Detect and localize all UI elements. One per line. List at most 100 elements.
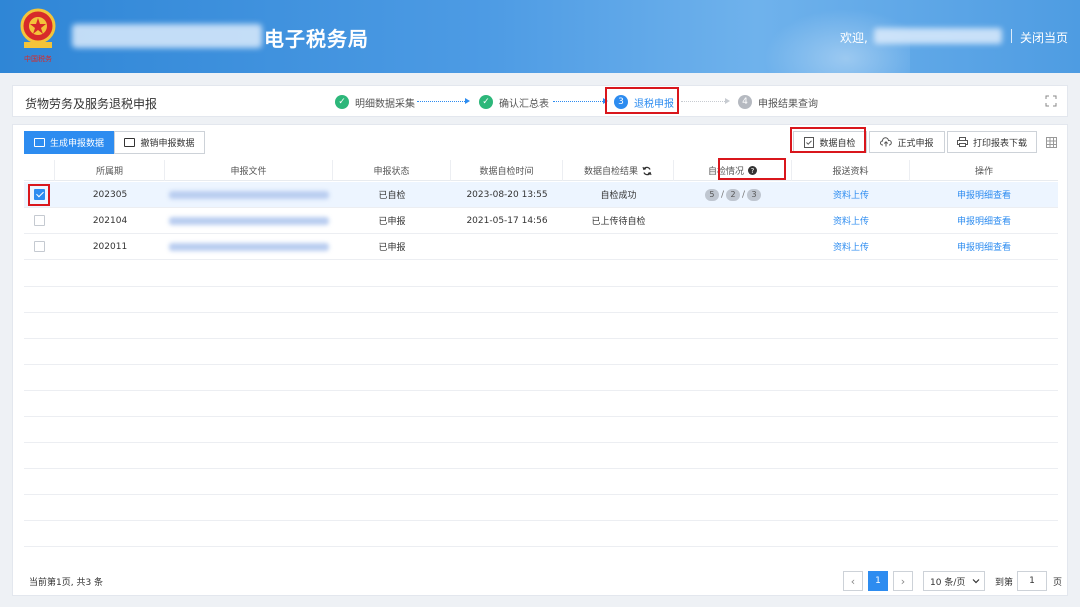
step-label: 确认汇总表: [499, 98, 549, 110]
help-icon[interactable]: ?: [748, 166, 757, 175]
printer-icon: [956, 137, 968, 147]
chevron-down-icon: [972, 579, 980, 584]
tab-revoke-data[interactable]: 撤销申报数据: [114, 131, 205, 154]
step-tax-refund-declaration[interactable]: 3 退税申报: [614, 94, 674, 110]
column-header-label: 数据自检结果: [583, 167, 638, 177]
step-label: 申报结果查询: [758, 98, 818, 110]
tab-label: 撤销申报数据: [140, 139, 195, 149]
site-title: 电子税务局: [264, 27, 369, 51]
header-divider: [1011, 29, 1012, 43]
chart-icon: [33, 138, 45, 147]
page-size-select[interactable]: 10 条/页: [923, 571, 985, 591]
column-header: 申报状态: [333, 160, 451, 181]
arrow-right-icon: [725, 98, 730, 104]
step-connector: [681, 101, 725, 102]
self-check-counts: [674, 208, 792, 233]
status-cell: 已自检: [378, 191, 406, 201]
upload-link[interactable]: 资料上传: [792, 234, 910, 259]
next-page-button[interactable]: ›: [893, 571, 913, 591]
main-panel: 生成申报数据 撤销申报数据 数据自检 正式申报 打印报表下载 所属期 申报文件 …: [12, 124, 1068, 596]
row-checkbox[interactable]: [34, 189, 45, 200]
prev-page-button[interactable]: ‹: [843, 571, 863, 591]
table-row[interactable]: 202305 已自检 2023-08-20 13:55 自检成功 5 / 2 /…: [24, 182, 1058, 208]
count-separator: /: [720, 189, 724, 200]
print-download-button[interactable]: 打印报表下载: [947, 131, 1037, 153]
column-header-with-refresh[interactable]: 数据自检结果: [563, 160, 674, 181]
count-badge[interactable]: 2: [726, 188, 740, 201]
count-separator: /: [742, 189, 746, 200]
step-label: 明细数据采集: [355, 98, 415, 110]
button-label: 打印报表下载: [972, 138, 1027, 149]
user-name-redacted: [874, 28, 1002, 44]
count-badge[interactable]: 3: [747, 188, 762, 201]
close-page-link[interactable]: 关闭当页: [1020, 29, 1068, 46]
empty-row-divider: [24, 520, 1058, 521]
goto-page-input[interactable]: [1017, 571, 1047, 591]
empty-row-divider: [24, 494, 1058, 495]
step-confirm-summary[interactable]: ✓ 确认汇总表: [479, 94, 549, 110]
page-unit-label: 页: [1053, 578, 1063, 588]
upload-link[interactable]: 资料上传: [792, 182, 910, 207]
check-circle-icon: ✓: [479, 95, 493, 109]
arrow-right-icon: [465, 98, 470, 104]
empty-row-divider: [24, 312, 1058, 313]
view-detail-link[interactable]: 申报明细查看: [910, 182, 1058, 207]
empty-row-divider: [24, 364, 1058, 365]
row-checkbox[interactable]: [34, 215, 45, 226]
column-header: 所属期: [55, 160, 165, 181]
tab-generate-data[interactable]: 生成申报数据: [24, 131, 114, 154]
check-time-cell: 2021-05-17 14:56: [466, 215, 548, 226]
declaration-file-redacted[interactable]: [169, 216, 329, 225]
declaration-file-redacted[interactable]: [169, 242, 329, 251]
column-header-label: 自检情况: [707, 167, 744, 177]
document-check-icon: [804, 136, 815, 148]
check-result-cell: 已上传待自检: [591, 217, 646, 227]
upload-cloud-icon: [880, 137, 893, 147]
fullscreen-icon[interactable]: [1045, 95, 1057, 107]
undo-icon: [124, 138, 136, 147]
step-detail-collection[interactable]: ✓ 明细数据采集: [335, 94, 415, 110]
step-result-query[interactable]: 4 申报结果查询: [738, 94, 818, 110]
column-header: 操作: [974, 167, 993, 177]
status-cell: 已申报: [378, 217, 406, 227]
site-name-redacted: [72, 24, 262, 48]
check-time-cell: [451, 234, 563, 259]
svg-text:中国税务: 中国税务: [24, 54, 52, 63]
button-label: 正式申报: [897, 138, 934, 149]
page-title: 货物劳务及服务退税申报: [25, 97, 158, 111]
column-header: 数据自检时间: [451, 160, 563, 181]
view-detail-link[interactable]: 申报明细查看: [910, 234, 1058, 259]
check-time-cell: 2023-08-20 13:55: [466, 189, 548, 200]
empty-row-divider: [24, 468, 1058, 469]
count-badge[interactable]: 5: [704, 188, 719, 201]
declaration-file-redacted[interactable]: [169, 190, 329, 199]
arrow-right-icon: [603, 98, 608, 104]
row-checkbox[interactable]: [34, 241, 45, 252]
column-header-self-check: 自检情况 ?: [674, 160, 792, 181]
button-label: 数据自检: [819, 138, 856, 149]
welcome-text: 欢迎,: [840, 31, 868, 45]
empty-row-divider: [24, 546, 1058, 547]
step-number-icon: 3: [614, 95, 628, 109]
status-cell: 已申报: [378, 243, 406, 253]
upload-link[interactable]: 资料上传: [792, 208, 910, 233]
period-cell: 202011: [92, 241, 128, 252]
step-connector: [417, 101, 465, 102]
data-self-check-button[interactable]: 数据自检: [793, 131, 867, 153]
empty-row-divider: [24, 442, 1058, 443]
view-detail-link[interactable]: 申报明细查看: [910, 208, 1058, 233]
formal-submit-button[interactable]: 正式申报: [869, 131, 945, 153]
column-settings-icon[interactable]: [1046, 137, 1057, 148]
step-bar: 货物劳务及服务退税申报 ✓ 明细数据采集 ✓ 确认汇总表 3 退税申报 4 申报…: [12, 85, 1068, 117]
goto-label: 到第: [995, 578, 1014, 588]
period-cell: 202104: [92, 215, 128, 226]
pagination-total: 当前第1页, 共3 条: [29, 578, 104, 588]
page-number-button[interactable]: 1: [868, 571, 888, 591]
step-label: 退税申报: [634, 98, 674, 110]
page-size-value: 10 条/页: [930, 577, 966, 588]
step-number-icon: 4: [738, 95, 752, 109]
table-row[interactable]: 202011 已申报 资料上传 申报明细查看: [24, 234, 1058, 260]
table-row[interactable]: 202104 已申报 2021-05-17 14:56 已上传待自检 资料上传 …: [24, 208, 1058, 234]
empty-row-divider: [24, 416, 1058, 417]
refresh-icon[interactable]: [642, 166, 652, 176]
